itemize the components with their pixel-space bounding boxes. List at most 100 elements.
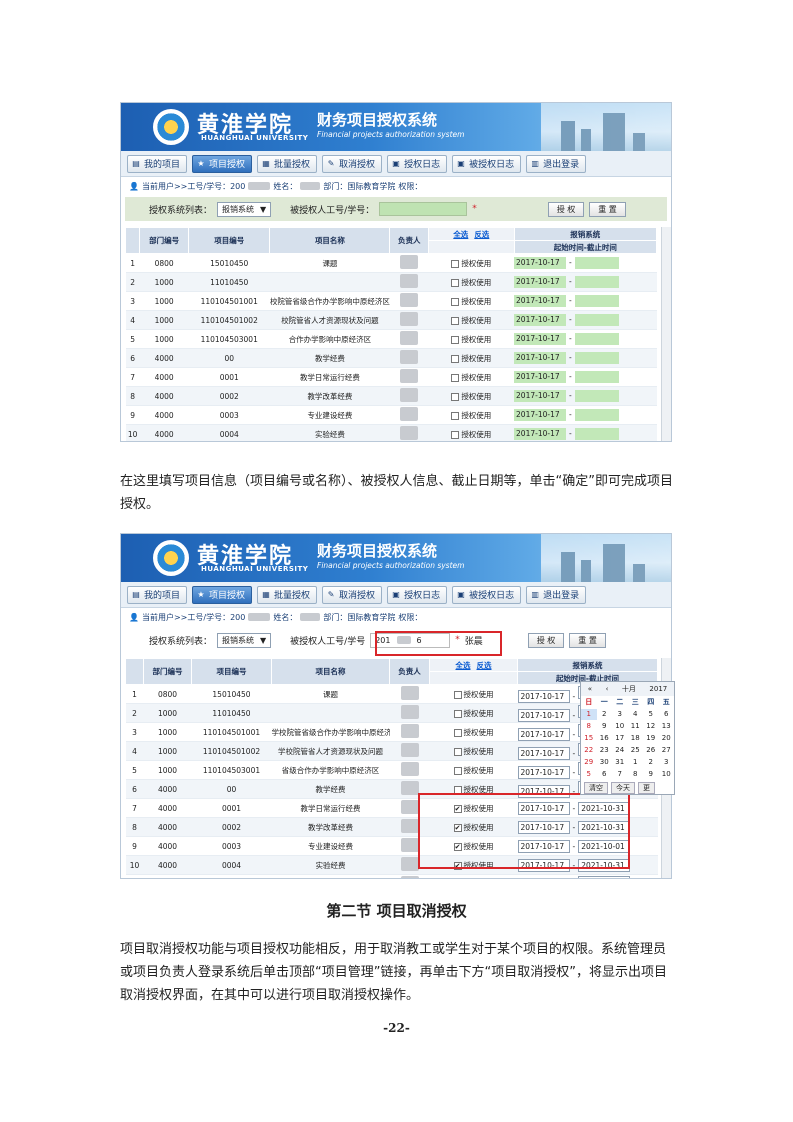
start-date-field[interactable]: 2017-10-17 [517, 746, 570, 760]
nav-cancel-auth[interactable]: ✎ 取消授权 [322, 154, 383, 173]
calendar-day[interactable]: 20 [659, 733, 675, 744]
end-date-field[interactable] [574, 276, 619, 288]
select-all-link[interactable]: 全选 [453, 230, 468, 239]
calendar-day[interactable]: 11 [628, 721, 644, 732]
calendar-day[interactable]: 2 [643, 757, 659, 768]
nav-my-projects[interactable]: ▤ 我的项目 [127, 585, 188, 604]
auth-checkbox-cell[interactable]: 授权使用 [429, 722, 518, 742]
start-date-field[interactable]: 2017-10-17 [514, 409, 567, 421]
calendar-day[interactable]: 1 [581, 709, 597, 720]
nav-auth-log[interactable]: ▣ 授权日志 [387, 585, 448, 604]
calendar-day[interactable]: 7 [612, 769, 628, 780]
auth-button[interactable]: 授 权 [547, 201, 585, 217]
select-all-link[interactable]: 全选 [456, 661, 471, 670]
auth-checkbox-cell[interactable]: 授权使用 [428, 291, 515, 311]
auth-checkbox[interactable] [451, 297, 460, 306]
start-date-field[interactable]: 2017-10-17 [514, 314, 567, 326]
auth-button[interactable]: 授 权 [527, 632, 565, 648]
end-date-field[interactable] [574, 371, 619, 383]
auth-checkbox-cell[interactable]: 授权使用 [428, 386, 515, 406]
start-date-field[interactable]: 2017-10-17 [514, 428, 567, 440]
start-date-field[interactable]: 2017-10-17 [517, 765, 570, 779]
calendar-day[interactable]: 30 [597, 757, 613, 768]
end-date-field[interactable] [578, 875, 631, 878]
nav-batch-auth[interactable]: ▦ 批量授权 [257, 585, 318, 604]
invert-link[interactable]: 反选 [474, 230, 489, 239]
start-date-field[interactable]: 2017-10-17 [514, 276, 567, 288]
nav-received-log[interactable]: ▣ 被授权日志 [452, 585, 522, 604]
start-date-field[interactable]: 2017-10-17 [514, 257, 567, 269]
calendar-day[interactable]: 25 [628, 745, 644, 756]
end-date-field[interactable] [574, 333, 619, 345]
calendar-day[interactable]: 3 [659, 757, 675, 768]
reset-button[interactable]: 重 置 [569, 632, 606, 648]
calendar-day[interactable]: 9 [643, 769, 659, 780]
today-button[interactable]: 今天 [611, 782, 635, 794]
auth-checkbox-cell[interactable]: 授权使用 [428, 272, 515, 292]
calendar-day[interactable]: 17 [612, 733, 628, 744]
auth-checkbox[interactable] [453, 747, 462, 756]
start-date-field[interactable]: 2017-10-17 [517, 689, 570, 703]
auth-checkbox[interactable] [451, 411, 460, 420]
prev-year-icon[interactable]: « [588, 685, 592, 693]
start-date-field[interactable]: 2017-10-17 [514, 352, 567, 364]
auth-checkbox-cell[interactable]: 授权使用 [428, 424, 515, 441]
calendar-day[interactable]: 10 [612, 721, 628, 732]
nav-my-projects[interactable]: ▤ 我的项目 [127, 154, 188, 173]
start-date-field[interactable]: 2017-10-17 [514, 371, 567, 383]
date-picker[interactable]: « ‹ 十月 2017 日一二三四五 1 2 3 4 5 6 8 9 10 11 12 13 15 16 17… [580, 681, 675, 795]
auth-checkbox[interactable] [451, 259, 460, 268]
calendar-day[interactable]: 6 [597, 769, 613, 780]
nav-logout[interactable]: ▥ 退出登录 [526, 154, 587, 173]
nav-auth-log[interactable]: ▣ 授权日志 [387, 154, 448, 173]
system-select[interactable]: 报销系统 ▼ [217, 201, 272, 217]
system-select[interactable]: 报销系统 ▼ [217, 632, 272, 648]
calendar-day[interactable]: 10 [659, 769, 675, 780]
end-date-field[interactable] [574, 390, 619, 402]
auth-checkbox[interactable] [451, 354, 460, 363]
start-date-field[interactable]: 2017-10-17 [514, 295, 567, 307]
auth-checkbox[interactable] [453, 709, 462, 718]
calendar-day[interactable]: 2 [597, 709, 613, 720]
auth-checkbox[interactable] [451, 373, 460, 382]
calendar-day[interactable]: 9 [597, 721, 613, 732]
end-date-field[interactable] [574, 428, 619, 440]
calendar-day[interactable]: 4 [628, 709, 644, 720]
start-date-field[interactable]: 2017-10-17 [517, 727, 570, 741]
reset-button[interactable]: 重 置 [589, 201, 626, 217]
auth-checkbox-cell[interactable]: 授权使用 [428, 310, 515, 330]
auth-checkbox-cell[interactable]: 授权使用 [428, 329, 515, 349]
prev-month-icon[interactable]: ‹ [606, 685, 609, 693]
auth-checkbox-cell[interactable]: 授权使用 [429, 741, 518, 761]
calendar-day[interactable]: 24 [612, 745, 628, 756]
auth-checkbox-cell[interactable]: 授权使用 [429, 703, 518, 723]
calendar-day[interactable]: 15 [581, 733, 597, 744]
auth-checkbox-cell[interactable]: 授权使用 [429, 684, 518, 704]
nav-project-auth[interactable]: ★ 项目授权 [192, 154, 253, 173]
nav-received-log[interactable]: ▣ 被授权日志 [452, 154, 522, 173]
calendar-day[interactable]: 8 [628, 769, 644, 780]
auth-checkbox[interactable] [451, 316, 460, 325]
more-button[interactable]: 更 [638, 782, 655, 794]
calendar-day[interactable]: 23 [597, 745, 613, 756]
grantee-input[interactable] [379, 202, 468, 216]
calendar-day[interactable]: 3 [612, 709, 628, 720]
auth-checkbox-cell[interactable]: 授权使用 [429, 874, 518, 878]
start-date-field[interactable]: 2017-10-17 [514, 390, 567, 402]
calendar-day[interactable]: 13 [659, 721, 675, 732]
auth-checkbox[interactable] [451, 335, 460, 344]
auth-checkbox[interactable] [451, 278, 460, 287]
invert-link[interactable]: 反选 [477, 661, 492, 670]
calendar-day[interactable]: 29 [581, 757, 597, 768]
calendar-day[interactable]: 19 [643, 733, 659, 744]
auth-checkbox[interactable] [453, 728, 462, 737]
auth-checkbox-cell[interactable]: 授权使用 [428, 367, 515, 387]
scrollbar[interactable] [661, 227, 671, 441]
auth-checkbox[interactable] [453, 766, 462, 775]
calendar-day[interactable]: 16 [597, 733, 613, 744]
calendar-day[interactable]: 27 [659, 745, 675, 756]
start-date-field[interactable]: 2017-10-17 [514, 333, 567, 345]
calendar-day[interactable]: 31 [612, 757, 628, 768]
auth-checkbox-cell[interactable]: 授权使用 [428, 405, 515, 425]
calendar-day[interactable]: 22 [581, 745, 597, 756]
